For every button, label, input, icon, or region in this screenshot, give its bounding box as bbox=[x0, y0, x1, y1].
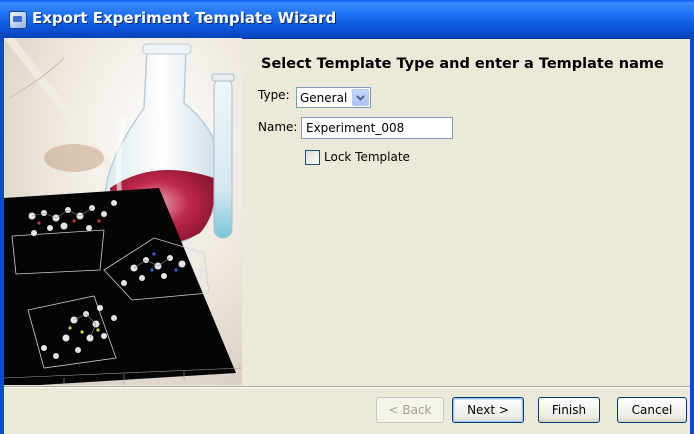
window-border-right bbox=[690, 38, 694, 434]
type-dropdown-button[interactable] bbox=[352, 89, 369, 106]
lock-template-checkbox[interactable] bbox=[305, 150, 320, 165]
template-name-input[interactable]: Experiment_008 bbox=[301, 117, 453, 139]
cancel-button[interactable]: Cancel bbox=[617, 397, 687, 423]
wizard-window: Export Experiment Template Wizard Select… bbox=[0, 0, 694, 434]
back-button[interactable]: < Back bbox=[376, 397, 444, 423]
name-label: Name: bbox=[258, 120, 298, 134]
lab-flask-molecule-image bbox=[4, 38, 242, 385]
next-button[interactable]: Next > bbox=[452, 397, 524, 423]
step-heading: Select Template Type and enter a Templat… bbox=[261, 56, 664, 72]
lock-template-label[interactable]: Lock Template bbox=[324, 150, 410, 164]
app-icon bbox=[9, 11, 27, 29]
type-selected-value: General bbox=[300, 91, 348, 105]
window-title: Export Experiment Template Wizard bbox=[32, 9, 337, 27]
wizard-content: Select Template Type and enter a Templat… bbox=[247, 50, 687, 380]
type-label: Type: bbox=[258, 88, 290, 102]
type-select[interactable]: General bbox=[296, 87, 371, 108]
button-separator bbox=[4, 386, 690, 388]
wizard-illustration bbox=[4, 38, 242, 385]
title-bar[interactable]: Export Experiment Template Wizard bbox=[0, 0, 694, 39]
chevron-down-icon bbox=[356, 95, 365, 101]
finish-button[interactable]: Finish bbox=[538, 397, 600, 423]
